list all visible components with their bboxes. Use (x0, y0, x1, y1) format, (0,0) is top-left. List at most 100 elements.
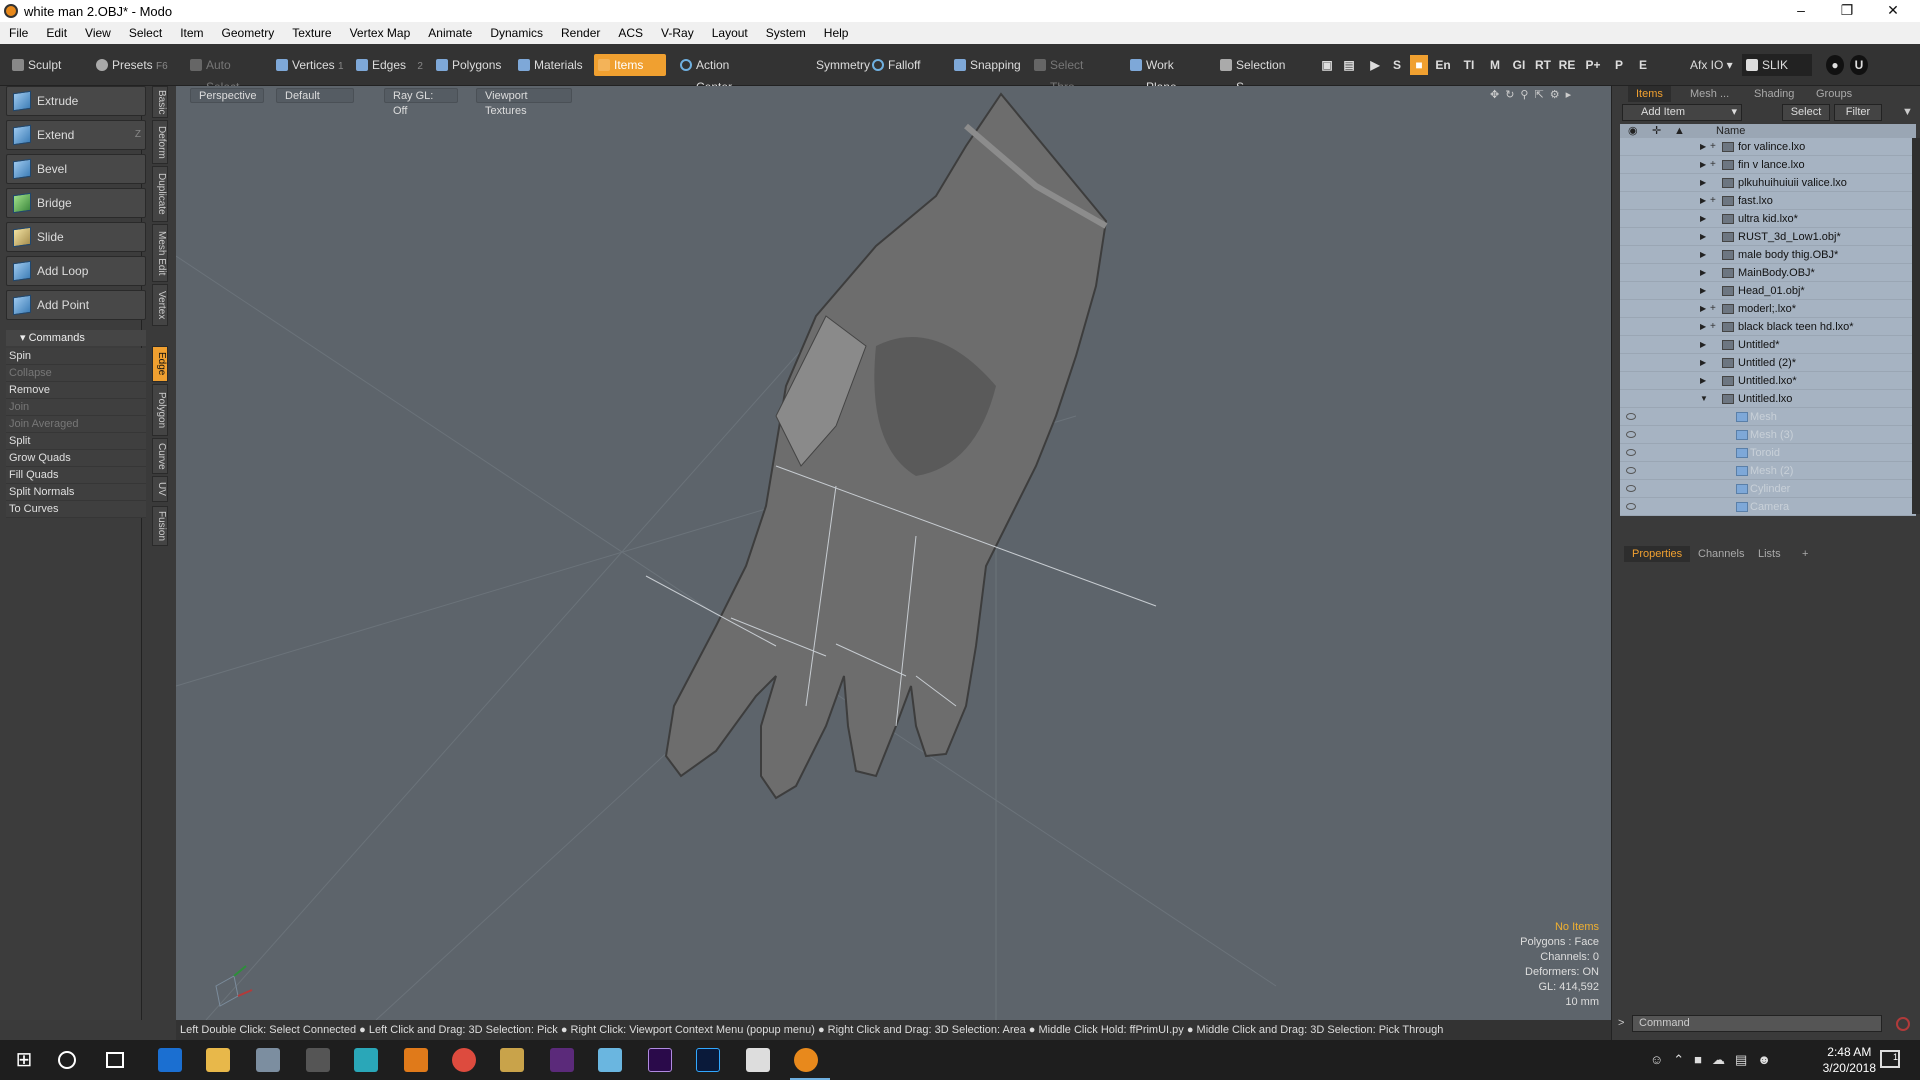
split-normals-command[interactable]: Split Normals (6, 484, 146, 501)
record-icon[interactable] (1896, 1017, 1910, 1031)
tree-scene-item[interactable]: ▼ Untitled.lxo (1620, 390, 1916, 408)
small-button-ti[interactable]: TI (1458, 55, 1480, 75)
tab-groups[interactable]: Groups (1808, 86, 1860, 102)
tree-scrollbar[interactable] (1912, 138, 1920, 514)
maya-icon[interactable] (354, 1048, 378, 1072)
filter-funnel-icon[interactable]: ▼ (1902, 106, 1914, 118)
extend-button[interactable]: Extend Z (6, 120, 146, 150)
system-tray-icons[interactable]: ☺⌃■☁▤☻ (1650, 1052, 1781, 1068)
modo-taskbar-icon[interactable] (794, 1048, 818, 1072)
small-button-m[interactable]: M (1486, 55, 1504, 75)
tree-scene-item[interactable]: ▶ male body thig.OBJ* (1620, 246, 1916, 264)
bevel-button[interactable]: Bevel (6, 154, 146, 184)
menu-view[interactable]: View (76, 26, 120, 40)
small-button-re[interactable]: RE (1556, 55, 1578, 75)
tree-scene-item[interactable]: ▶ Untitled (2)* (1620, 354, 1916, 372)
visibility-eye-icon[interactable] (1626, 467, 1636, 474)
tree-scene-item[interactable]: ▶ plkuhuihuiuii valice.lxo (1620, 174, 1916, 192)
auto-select-button[interactable]: Auto Select (186, 54, 266, 94)
snapping-button[interactable]: Snapping (950, 54, 1021, 76)
minimize-button[interactable]: – (1778, 0, 1824, 22)
tree-scene-item[interactable]: ▶ MainBody.OBJ* (1620, 264, 1916, 282)
menu-select[interactable]: Select (120, 26, 171, 40)
close-button[interactable]: ✕ (1870, 0, 1916, 22)
materials-button[interactable]: Materials (514, 54, 590, 76)
visibility-eye-icon[interactable] (1626, 503, 1636, 510)
small-button-gi[interactable]: GI (1508, 55, 1530, 75)
visibility-eye-icon[interactable] (1626, 413, 1636, 420)
select-through-button[interactable]: Select Thro... (1030, 54, 1110, 94)
notification-icon[interactable]: 1 (1880, 1050, 1900, 1068)
tree-scene-item[interactable]: ▶ Head_01.obj* (1620, 282, 1916, 300)
gallery-icon[interactable]: ▤ (1340, 55, 1358, 75)
tab-shading[interactable]: Shading (1746, 86, 1802, 102)
add-point-button[interactable]: Add Point (6, 290, 146, 320)
add-child-icon[interactable]: + (1710, 300, 1716, 318)
tab-lists[interactable]: Lists (1750, 546, 1789, 562)
tab-edge[interactable]: Edge (152, 346, 168, 382)
polygons-button[interactable]: Polygons (432, 54, 504, 76)
tree-child-item[interactable]: Mesh (1620, 408, 1916, 426)
tab-mesh[interactable]: Mesh ... (1682, 86, 1737, 102)
slide-button[interactable]: Slide (6, 222, 146, 252)
menu-system[interactable]: System (757, 26, 815, 40)
expand-arrow-icon[interactable]: ▶ (1700, 156, 1706, 174)
edges-button[interactable]: Edges 2 (352, 54, 428, 76)
items-mode-button[interactable]: Items (594, 54, 666, 76)
photoshop-icon[interactable] (696, 1048, 720, 1072)
add-child-icon[interactable]: + (1710, 192, 1716, 210)
menu-dynamics[interactable]: Dynamics (481, 26, 552, 40)
tab-curve[interactable]: Curve (152, 438, 168, 474)
filter-button[interactable]: Filter (1834, 104, 1882, 121)
tab-items[interactable]: Items (1628, 86, 1671, 102)
unreal-icon[interactable]: U (1850, 55, 1868, 75)
afx-io-dropdown[interactable]: Afx IO ▾ (1684, 54, 1740, 76)
expand-arrow-icon[interactable]: ▶ (1700, 354, 1706, 372)
tree-child-item[interactable]: Mesh (2) (1620, 462, 1916, 480)
expand-arrow-icon[interactable]: ▶ (1700, 318, 1706, 336)
menu-vray[interactable]: V-Ray (652, 26, 703, 40)
tree-scene-item[interactable]: ▶ + for valince.lxo (1620, 138, 1916, 156)
maximize-button[interactable]: ❐ (1824, 0, 1870, 22)
menu-render[interactable]: Render (552, 26, 609, 40)
remove-command[interactable]: Remove (6, 382, 146, 399)
tree-scene-item[interactable]: ▶ + fast.lxo (1620, 192, 1916, 210)
tab-duplicate[interactable]: Duplicate (152, 166, 168, 222)
menu-vertex-map[interactable]: Vertex Map (341, 26, 420, 40)
menu-acs[interactable]: ACS (609, 26, 652, 40)
symmetry-button[interactable]: Symmetry (796, 54, 870, 76)
menu-help[interactable]: Help (815, 26, 858, 40)
app-icon-9[interactable] (550, 1048, 574, 1072)
unity-icon[interactable]: ● (1826, 55, 1844, 75)
tab-deform[interactable]: Deform (152, 120, 168, 164)
tab-polygon[interactable]: Polygon (152, 384, 168, 436)
tree-scene-item[interactable]: ▶ + black black teen hd.lxo* (1620, 318, 1916, 336)
menu-animate[interactable]: Animate (419, 26, 481, 40)
grow-quads-command[interactable]: Grow Quads (6, 450, 146, 467)
windows-start-icon[interactable]: ⊞ (12, 1048, 36, 1072)
play-icon[interactable]: ▶ (1366, 55, 1384, 75)
expand-arrow-icon[interactable]: ▶ (1700, 372, 1706, 390)
taskbar-clock[interactable]: 2:48 AM 3/20/2018 (1823, 1044, 1876, 1076)
calculator-icon[interactable] (306, 1048, 330, 1072)
tab-basic[interactable]: Basic (152, 86, 168, 118)
app-icon-3[interactable] (256, 1048, 280, 1072)
expand-arrow-icon[interactable]: ▶ (1700, 282, 1706, 300)
tree-scene-item[interactable]: ▶ Untitled.lxo* (1620, 372, 1916, 390)
app-icon-13[interactable] (746, 1048, 770, 1072)
slik-button[interactable]: SLIK (1742, 54, 1812, 76)
menu-geometry[interactable]: Geometry (213, 26, 284, 40)
edge-browser-icon[interactable] (158, 1048, 182, 1072)
small-button-pplus[interactable]: P+ (1582, 55, 1604, 75)
sculpt-button[interactable]: Sculpt (8, 54, 88, 76)
tab-fusion[interactable]: Fusion (152, 506, 168, 546)
small-button-e[interactable]: E (1634, 55, 1652, 75)
to-curves-command[interactable]: To Curves (6, 501, 146, 518)
tab-channels[interactable]: Channels (1690, 546, 1752, 562)
fill-quads-command[interactable]: Fill Quads (6, 467, 146, 484)
vertices-button[interactable]: Vertices 1 (272, 54, 352, 76)
task-view-icon[interactable] (106, 1052, 124, 1068)
menu-layout[interactable]: Layout (703, 26, 757, 40)
menu-edit[interactable]: Edit (37, 26, 76, 40)
render-icon[interactable]: ▣ (1318, 55, 1336, 75)
